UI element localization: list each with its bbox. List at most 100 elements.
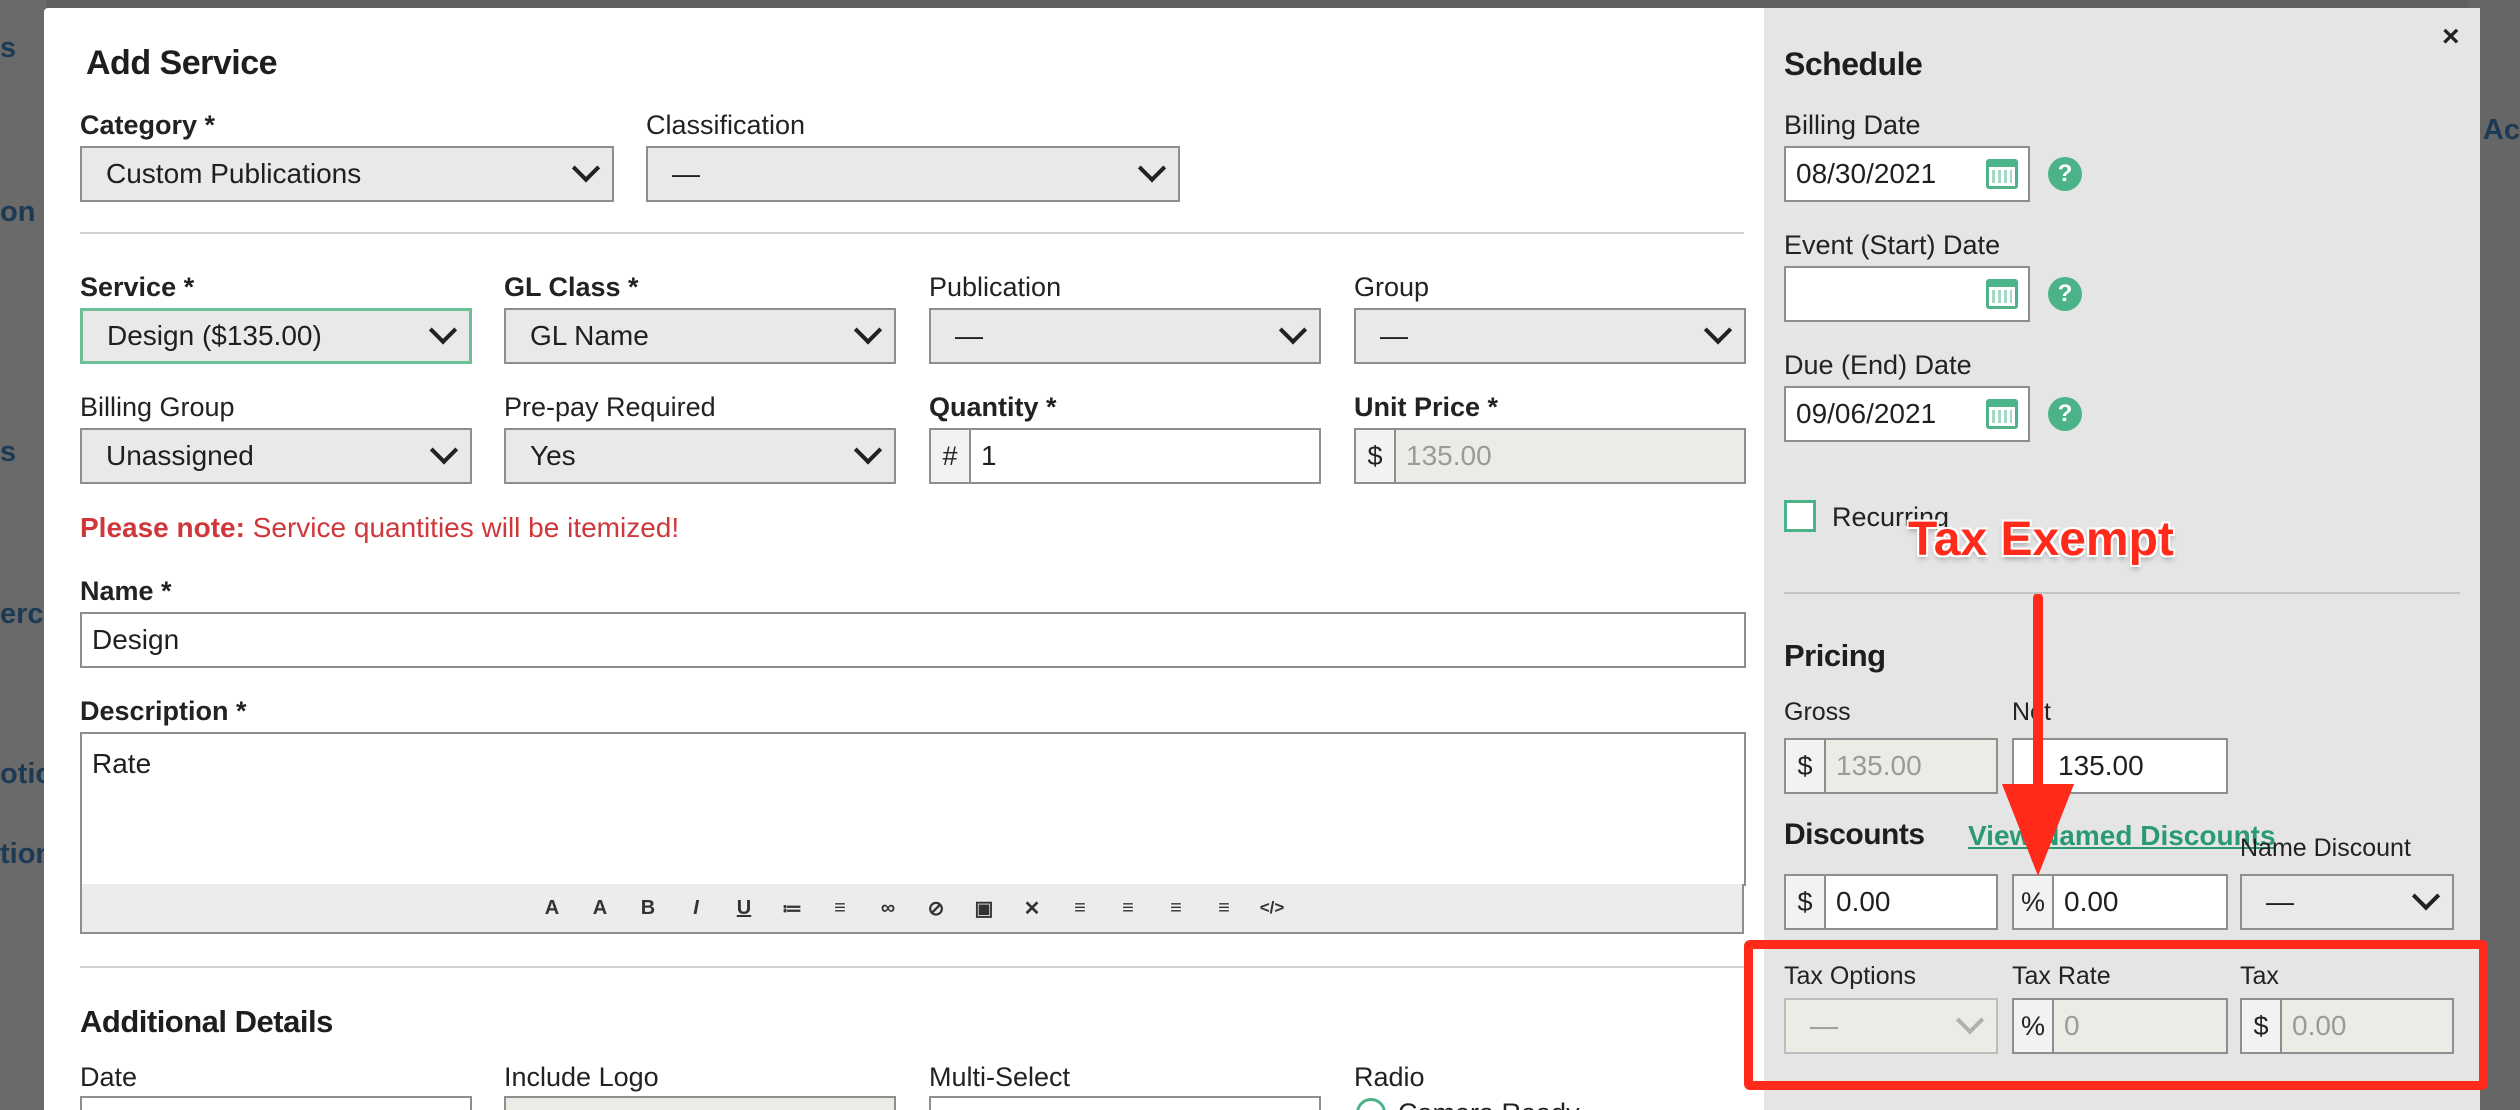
radio-label: Radio (1354, 1062, 1425, 1092)
chevron-down-icon (853, 316, 883, 345)
include-logo-label: Include Logo (504, 1062, 659, 1092)
link-icon[interactable]: ∞ (874, 894, 902, 922)
clear-format-icon[interactable]: ✕ (1018, 894, 1046, 922)
date-input[interactable] (80, 1096, 472, 1110)
billing-date-label: Billing Date (1784, 110, 1921, 140)
publication-label: Publication (929, 272, 1062, 302)
radio-camera-ready[interactable] (1356, 1098, 1386, 1110)
divider (80, 966, 1744, 968)
quantity-field[interactable]: # 1 (929, 428, 1321, 484)
name-label: Name * (80, 576, 172, 606)
chevron-down-icon (853, 436, 883, 465)
underline-icon[interactable]: U (730, 894, 758, 922)
pricing-title: Pricing (1784, 638, 1886, 673)
additional-details-title: Additional Details (80, 1004, 333, 1039)
classification-select[interactable]: — (646, 146, 1180, 202)
date-label: Date (80, 1062, 138, 1092)
chevron-down-icon (429, 436, 459, 465)
gross-field: $ 135.00 (1784, 738, 1998, 794)
percent-addon: % (2014, 876, 2054, 928)
annotation-arrow-icon (2002, 594, 2074, 876)
include-logo-select[interactable] (504, 1096, 896, 1110)
background-text: on (0, 196, 36, 228)
divider (80, 232, 1744, 234)
chevron-down-icon (1703, 316, 1733, 345)
schedule-title: Schedule (1784, 46, 1923, 82)
multi-select-input[interactable] (929, 1096, 1321, 1110)
discount-amount-field[interactable]: $ 0.00 (1784, 874, 1998, 930)
multi-select-label: Multi-Select (929, 1062, 1071, 1092)
name-discount-label: Name Discount (2240, 834, 2411, 862)
service-select[interactable]: Design ($135.00) (80, 308, 472, 364)
due-date-input[interactable]: 09/06/2021 (1784, 386, 2030, 442)
background-text: s (0, 32, 17, 64)
image-icon[interactable]: ▣ (970, 894, 998, 922)
numbered-list-icon[interactable]: ≡ (826, 894, 854, 922)
italic-icon[interactable]: I (682, 894, 710, 922)
help-icon[interactable]: ? (2048, 277, 2082, 311)
chevron-down-icon (2411, 882, 2441, 911)
hash-addon: # (931, 430, 971, 482)
tax-exempt-annotation: Tax Exempt (1908, 513, 2174, 566)
calendar-icon[interactable] (1986, 399, 2018, 429)
calendar-icon[interactable] (1986, 159, 2018, 189)
dollar-addon: $ (1786, 740, 1826, 792)
category-label: Category * (80, 110, 216, 140)
align-center-icon[interactable]: ≡ (1114, 894, 1142, 922)
billing-group-select[interactable]: Unassigned (80, 428, 472, 484)
name-input[interactable]: Design (80, 612, 1746, 668)
billing-date-input[interactable]: 08/30/2021 (1784, 146, 2030, 202)
chevron-down-icon (1137, 154, 1167, 183)
name-discount-select[interactable]: — (2240, 874, 2454, 930)
due-date-label: Due (End) Date (1784, 350, 1972, 380)
unlink-icon[interactable]: ⊘ (922, 894, 950, 922)
align-left-icon[interactable]: ≡ (1066, 894, 1094, 922)
help-icon[interactable]: ? (2048, 157, 2082, 191)
group-select[interactable]: — (1354, 308, 1746, 364)
dollar-addon: $ (1786, 876, 1826, 928)
billing-group-label: Billing Group (80, 392, 235, 422)
divider (1784, 592, 2460, 594)
background-text: Ac (2482, 114, 2520, 146)
modal-title: Add Service (86, 44, 278, 82)
align-right-icon[interactable]: ≡ (1162, 894, 1190, 922)
chevron-down-icon (571, 154, 601, 183)
prepay-select[interactable]: Yes (504, 428, 896, 484)
description-label: Description * (80, 696, 247, 726)
category-select[interactable]: Custom Publications (80, 146, 614, 202)
help-icon[interactable]: ? (2048, 397, 2082, 431)
event-date-input[interactable] (1784, 266, 2030, 322)
quantity-label: Quantity * (929, 392, 1057, 422)
description-editor[interactable]: Rate (80, 732, 1746, 886)
code-icon[interactable]: </> (1258, 894, 1286, 922)
unit-price-field: $ 135.00 (1354, 428, 1746, 484)
service-label: Service * (80, 272, 195, 302)
font-size-down-icon[interactable]: A (538, 894, 566, 922)
dollar-addon: $ (1356, 430, 1396, 482)
prepay-label: Pre-pay Required (504, 392, 716, 422)
gross-label: Gross (1784, 698, 1851, 726)
chevron-down-icon (428, 316, 458, 345)
recurring-checkbox[interactable] (1784, 500, 1816, 532)
gl-class-select[interactable]: GL Name (504, 308, 896, 364)
publication-select[interactable]: — (929, 308, 1321, 364)
classification-label: Classification (646, 110, 806, 140)
radio-option-label: Camera Ready (1398, 1098, 1580, 1110)
font-size-up-icon[interactable]: A (586, 894, 614, 922)
justify-icon[interactable]: ≡ (1210, 894, 1238, 922)
calendar-icon[interactable] (1986, 279, 2018, 309)
editor-toolbar: A A B I U ≔ ≡ ∞ ⊘ ▣ ✕ ≡ ≡ ≡ ≡ </> (80, 884, 1744, 934)
unit-price-label: Unit Price * (1354, 392, 1499, 422)
discounts-title: Discounts (1784, 818, 1925, 851)
bullet-list-icon[interactable]: ≔ (778, 894, 806, 922)
event-date-label: Event (Start) Date (1784, 230, 2001, 260)
discount-percent-field[interactable]: % 0.00 (2012, 874, 2228, 930)
tax-annotation-box (1744, 940, 2488, 1090)
background-text: s (0, 436, 17, 468)
bold-icon[interactable]: B (634, 894, 662, 922)
close-icon[interactable]: × (2442, 20, 2460, 54)
group-label: Group (1354, 272, 1430, 302)
chevron-down-icon (1278, 316, 1308, 345)
background-sidebar (0, 0, 46, 1110)
gl-class-label: GL Class * (504, 272, 639, 302)
